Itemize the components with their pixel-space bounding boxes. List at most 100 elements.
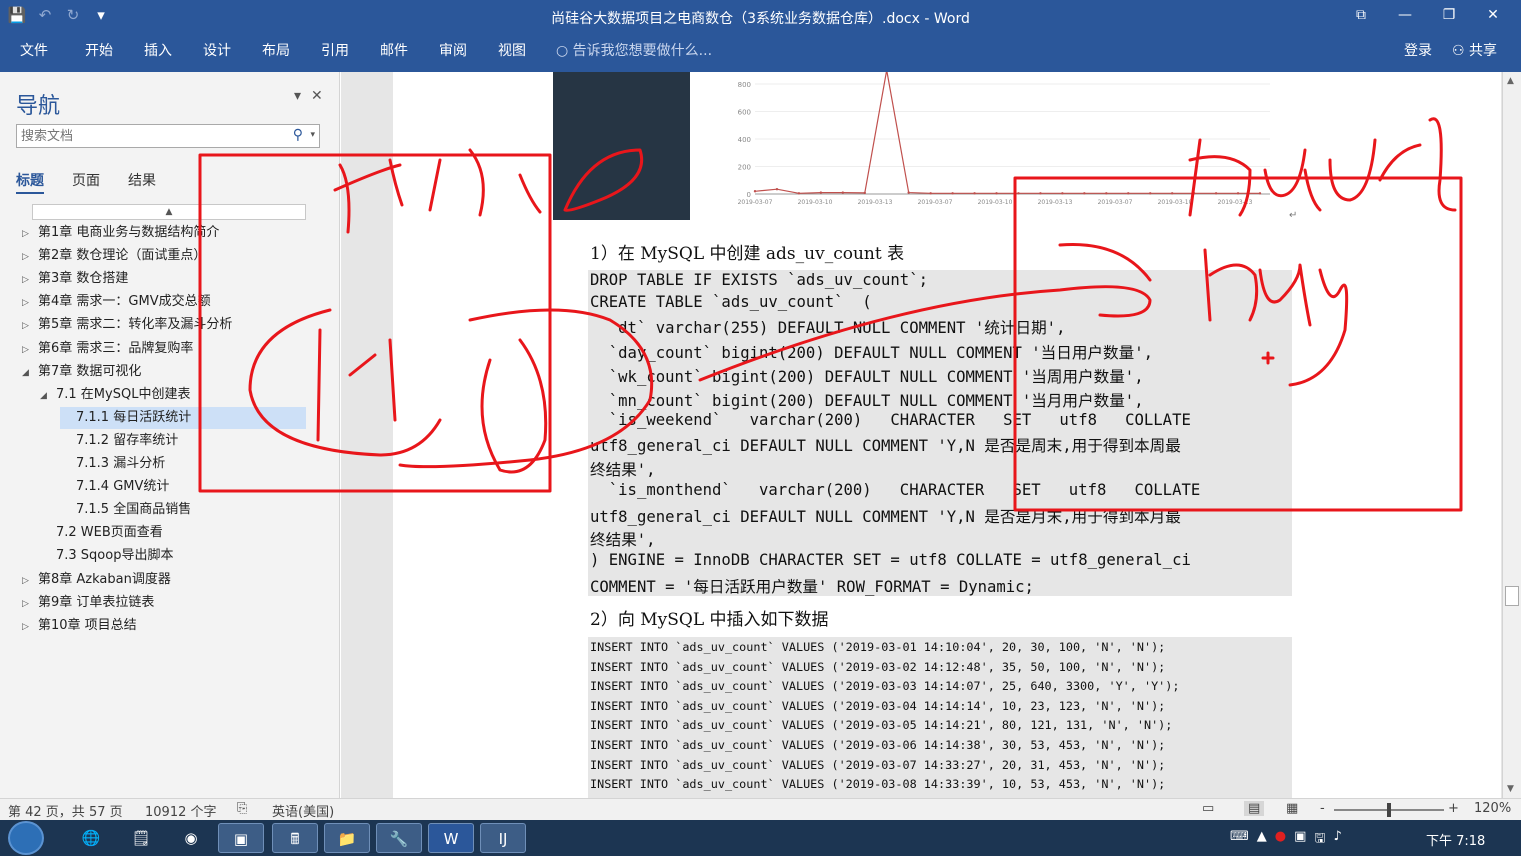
scroll-up-icon[interactable]: ▲	[1507, 76, 1514, 86]
expand-icon[interactable]: ▷	[22, 315, 38, 337]
expand-icon[interactable]: ▷	[22, 570, 38, 592]
network-icon[interactable]: 🖫	[1314, 829, 1325, 851]
keyboard-icon[interactable]: ⌨	[1230, 829, 1249, 851]
collapse-icon[interactable]: ◢	[40, 385, 56, 407]
tab-home[interactable]: 开始	[85, 40, 113, 60]
page-count[interactable]: 第 42 页，共 57 页	[8, 801, 123, 820]
chart-point	[1149, 192, 1152, 195]
ribbon-display-options-icon[interactable]: ⧉	[1339, 2, 1383, 28]
tab-insert[interactable]: 插入	[144, 40, 172, 60]
insert-line: INSERT INTO `ads_uv_count` VALUES ('2019…	[590, 659, 1166, 674]
scroll-down-icon[interactable]: ▼	[1507, 784, 1514, 794]
nav-tab-headings[interactable]: 标题	[16, 170, 44, 194]
zoom-in-button[interactable]: +	[1448, 801, 1459, 816]
language-indicator[interactable]: 英语(美国)	[272, 801, 334, 820]
proofing-icon[interactable]: ⎘	[237, 801, 247, 816]
nav-options-icon[interactable]: ▾	[294, 88, 301, 104]
share-button[interactable]: ⚇ 共享	[1452, 40, 1497, 60]
nav-heading-item[interactable]: ▷ 第5章 需求二：转化率及漏斗分析	[22, 314, 232, 336]
tab-references[interactable]: 引用	[321, 40, 349, 60]
window-controls: ⧉ — ❐ ✕	[1339, 2, 1515, 28]
tab-view[interactable]: 视图	[498, 40, 526, 60]
expand-icon[interactable]: ▷	[22, 246, 38, 268]
taskbar-app-calc[interactable]: 🖩	[272, 823, 318, 853]
nav-tab-pages[interactable]: 页面	[72, 170, 100, 194]
tab-file[interactable]: 文件	[20, 40, 48, 60]
clock[interactable]: 下午 7:18	[1426, 830, 1485, 849]
word-count[interactable]: 10912 个字	[145, 801, 217, 820]
web-layout-icon[interactable]: ▦	[1286, 801, 1298, 816]
scroll-thumb[interactable]	[1505, 586, 1519, 606]
nav-heading-item[interactable]: ▷ 第8章 Azkaban调度器	[22, 569, 171, 591]
tell-me-text: 告诉我您想要做什么...	[572, 43, 713, 59]
tab-layout[interactable]: 布局	[262, 40, 290, 60]
tab-design[interactable]: 设计	[203, 40, 231, 60]
taskbar-app-chrome[interactable]: ◉	[168, 823, 214, 853]
taskbar-app-word[interactable]: W	[428, 823, 474, 853]
taskbar-app-ie[interactable]: 🌐	[68, 823, 114, 853]
login-button[interactable]: 登录	[1404, 40, 1432, 60]
nav-heading-item[interactable]: 7.3 Sqoop导出脚本	[40, 545, 173, 567]
person-icon: ⚇	[1452, 43, 1470, 59]
nav-heading-item[interactable]: ▷ 第6章 需求三：品牌复购率	[22, 338, 193, 360]
tray-app-icon[interactable]: ▣	[1294, 829, 1306, 851]
taskbar-app-tool[interactable]: 🔧	[376, 823, 422, 853]
volume-icon[interactable]: ♪	[1333, 829, 1341, 851]
nav-heading-item[interactable]: ▷ 第3章 数仓搭建	[22, 268, 128, 290]
chart-x-tick: 2019-03-07	[1098, 199, 1133, 206]
print-layout-icon[interactable]: ▤	[1244, 801, 1265, 816]
zoom-slider-thumb[interactable]	[1387, 803, 1391, 817]
maximize-button[interactable]: ❐	[1427, 2, 1471, 28]
nav-heading-item[interactable]: ▷ 第9章 订单表拉链表	[22, 592, 154, 614]
nav-heading-item[interactable]: 7.2 WEB页面查看	[40, 522, 163, 544]
nav-heading-item[interactable]: 7.1.1 每日活跃统计	[60, 406, 306, 429]
expand-icon[interactable]: ▷	[22, 339, 38, 361]
nav-heading-label: 第7章 数据可视化	[38, 363, 142, 379]
vertical-scrollbar[interactable]: ▲ ▼	[1502, 72, 1521, 798]
record-icon[interactable]: ●	[1275, 829, 1286, 851]
minimize-button[interactable]: —	[1383, 2, 1427, 28]
code-line: ) ENGINE = InnoDB CHARACTER SET = utf8 C…	[590, 551, 1191, 569]
chart-x-tick: 2019-03-07	[918, 199, 953, 206]
nav-heading-item[interactable]: 7.1.2 留存率统计	[60, 430, 178, 452]
expand-icon[interactable]: ▷	[22, 269, 38, 291]
collapse-icon[interactable]: ◢	[22, 362, 38, 384]
nav-close-icon[interactable]: ✕	[311, 88, 323, 104]
expand-icon[interactable]: ▷	[22, 616, 38, 638]
nav-tab-results[interactable]: 结果	[128, 170, 156, 194]
start-button[interactable]	[8, 821, 44, 855]
tab-mailings[interactable]: 邮件	[380, 40, 408, 60]
read-mode-icon[interactable]: ▭	[1202, 801, 1214, 816]
nav-heading-item[interactable]: 7.1.5 全国商品销售	[60, 499, 191, 521]
expand-icon[interactable]: ▷	[22, 292, 38, 314]
taskbar-app-intellij[interactable]: IJ	[480, 823, 526, 853]
nav-scroll-up-icon[interactable]: ▲	[32, 204, 306, 220]
tell-me-search[interactable]: ○ 告诉我您想要做什么...	[556, 40, 712, 60]
nav-heading-item[interactable]: 7.1.3 漏斗分析	[60, 453, 165, 475]
nav-heading-item[interactable]: ◢ 7.1 在MySQL中创建表	[40, 384, 190, 406]
nav-heading-item[interactable]: 7.1.4 GMV统计	[60, 476, 169, 498]
chart-point	[1192, 192, 1196, 195]
nav-search-box: ⚲ ▾	[16, 124, 320, 148]
chart-point	[951, 192, 954, 195]
nav-heading-item[interactable]: ◢ 第7章 数据可视化	[22, 361, 141, 383]
taskbar-app-notepad[interactable]: 🗒	[118, 823, 164, 853]
nav-search-input[interactable]	[21, 128, 281, 144]
nav-heading-label: 第4章 需求一：GMV成交总额	[38, 294, 211, 310]
tab-review[interactable]: 审阅	[439, 40, 467, 60]
nav-heading-label: 7.1.4 GMV统计	[76, 479, 170, 495]
close-button[interactable]: ✕	[1471, 2, 1515, 28]
search-dropdown-icon[interactable]: ▾	[310, 130, 315, 140]
expand-icon[interactable]: ▷	[22, 223, 38, 245]
expand-icon[interactable]: ▷	[22, 593, 38, 615]
zoom-out-button[interactable]: -	[1320, 801, 1325, 816]
nav-heading-item[interactable]: ▷ 第4章 需求一：GMV成交总额	[22, 291, 211, 313]
nav-heading-item[interactable]: ▷ 第2章 数仓理论（面试重点）	[22, 245, 206, 267]
taskbar-app-window[interactable]: ▣	[218, 823, 264, 853]
zoom-level[interactable]: 120%	[1474, 801, 1511, 816]
nav-heading-item[interactable]: ▷ 第10章 项目总结	[22, 615, 137, 637]
taskbar-app-explorer[interactable]: 📁	[324, 823, 370, 853]
search-icon[interactable]: ⚲	[293, 127, 303, 143]
nav-heading-item[interactable]: ▷ 第1章 电商业务与数据结构简介	[22, 222, 219, 244]
show-hidden-icons[interactable]: ▲	[1257, 829, 1267, 851]
